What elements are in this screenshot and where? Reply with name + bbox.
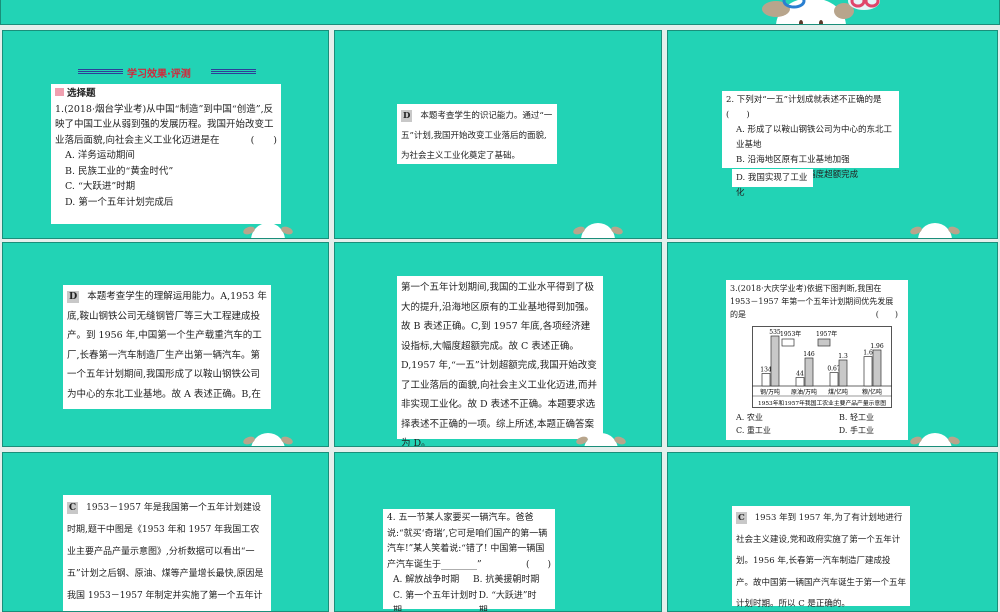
explanation-text: 第一个五年计划期间,我国的工业水平得到了极大的提升,沿海地区原有的工业基地得到加… — [401, 282, 597, 447]
legend-label: 1953年 — [780, 330, 801, 338]
question-box: 4. 五一节某人家要买一辆汽车。爸爸说:“就买‘奇瑞’,它可是咱们国产的第一辆汽… — [383, 509, 555, 609]
slide-answer-4[interactable]: C1953 年到 1957 年,为了有计划地进行社会主义建设,党和政府实施了第一… — [667, 452, 998, 612]
answer-box: D本题考查学生的识记能力。通过“一五”计划,我国开始改变工业落后的面貌,为社会主… — [397, 104, 557, 164]
slide-answer-2-cont[interactable]: 第一个五年计划期间,我国的工业水平得到了极大的提升,沿海地区原有的工业基地得到加… — [334, 242, 662, 447]
explanation-text: 1953－1957 年是我国第一个五年计划建设时期,题干中图是《1953 年和 … — [67, 503, 263, 612]
bar-value-label: 1.3 — [838, 353, 848, 360]
section-header: 学习效果·评测 — [127, 65, 191, 80]
option-d[interactable]: D. 第一个五年计划完成后 — [55, 195, 277, 211]
production-bar-chart: 1953年1957年134535钢/万吨44146原油/万吨0.671.3煤/亿… — [752, 326, 892, 408]
option-c[interactable]: C. “大跃进”时期 — [55, 179, 277, 195]
option-c[interactable]: C. 重工业 — [730, 424, 771, 437]
section-icon — [55, 88, 64, 96]
option-b[interactable]: B. 民族工业的“黄金时代” — [55, 164, 277, 180]
slide-answer-3[interactable]: C1953－1957 年是我国第一个五年计划建设时期,题干中图是《1953 年和… — [2, 452, 329, 612]
option-d[interactable]: D. 我国实现了工业化 — [732, 169, 813, 187]
answer-box: C1953－1957 年是我国第一个五年计划建设时期,题干中图是《1953 年和… — [63, 495, 271, 612]
explanation-text: 本题考查学生的理解运用能力。A,1953 年底,鞍山钢铁公司无缝钢管厂等三大工程… — [67, 291, 267, 400]
option-a[interactable]: A. 农业 — [730, 411, 763, 424]
category-label: 煤/亿吨 — [828, 388, 848, 396]
bar-value-label: 535 — [769, 329, 781, 336]
slide-question-4[interactable]: 4. 五一节某人家要买一辆汽车。爸爸说:“就买‘奇瑞’,它可是咱们国产的第一辆汽… — [334, 452, 662, 612]
sheep-mascot-icon — [918, 433, 952, 447]
option-a[interactable]: A. 解放战争时期 — [387, 573, 459, 589]
slide-question-2[interactable]: 2. 下列对“一五”计划成就表述不正确的是( ) A. 形成了以鞍山钢铁公司为中… — [667, 30, 998, 239]
category-label: 钢/万吨 — [760, 388, 780, 396]
sheep-mascot-icon — [251, 223, 285, 239]
sheep-mascot-icon — [251, 433, 285, 447]
chart-title: 1953年和1957年我国工农业主要产品产量示意图 — [758, 399, 886, 407]
bar-value-label: 134 — [760, 366, 772, 373]
bar-value-label: 146 — [803, 351, 815, 358]
question-box: 选择题 1.(2018·烟台学业考)从中国“制造”到中国“创造”,反映了中国工业… — [51, 84, 281, 224]
bar — [864, 357, 872, 386]
bar-value-label: 1.96 — [870, 343, 884, 350]
question-text: 2. 下列对“一五”计划成就表述不正确的是( ) — [726, 93, 895, 123]
option-a[interactable]: A. 洋务运动期间 — [55, 148, 277, 164]
explanation-text: 1953 年到 1957 年,为了有计划地进行社会主义建设,党和政府实施了第一个… — [736, 513, 906, 609]
legend-label: 1957年 — [816, 330, 837, 338]
option-b[interactable]: B. 轻工业 — [839, 411, 874, 424]
bar — [762, 373, 770, 386]
answer-badge: D — [67, 291, 79, 303]
bar — [830, 373, 838, 386]
option-d[interactable]: D. “大跃进”时期 — [479, 589, 543, 612]
explanation-text: 本题考查学生的识记能力。通过“一五”计划,我国开始改变工业落后的面貌,为社会主义… — [401, 111, 552, 161]
sheep-mascot-icon — [581, 223, 615, 239]
answer-badge: C — [67, 502, 78, 514]
header-stripe-right — [211, 69, 256, 75]
bar — [839, 360, 847, 386]
option-a[interactable]: A. 形成了以鞍山钢铁公司为中心的东北工业基地 — [726, 123, 895, 153]
slide-top-partial[interactable] — [0, 0, 1000, 25]
bar — [796, 378, 804, 386]
slide-answer-2[interactable]: D本题考查学生的理解运用能力。A,1953 年底,鞍山钢铁公司无缝钢管厂等三大工… — [2, 242, 329, 447]
option-b[interactable]: B. 抗美援朝时期 — [473, 573, 543, 589]
bar — [805, 358, 813, 386]
header-stripe-left — [78, 69, 123, 75]
question-text: 1.(2018·烟台学业考)从中国“制造”到中国“创造”,反映了中国工业从弱到强… — [55, 102, 277, 149]
sheep-mascot-icon — [736, 0, 886, 25]
question-box: 2. 下列对“一五”计划成就表述不正确的是( ) A. 形成了以鞍山钢铁公司为中… — [722, 91, 899, 168]
sheep-mascot-icon — [918, 223, 952, 239]
bar-value-label: 1.6 — [863, 350, 873, 357]
bar — [873, 350, 881, 386]
question-text: 4. 五一节某人家要买一辆汽车。爸爸说:“就买‘奇瑞’,它可是咱们国产的第一辆汽… — [387, 511, 551, 573]
legend-swatch — [782, 339, 794, 346]
legend-swatch — [818, 339, 830, 346]
option-b[interactable]: B. 沿海地区原有工业基地加强 — [726, 153, 895, 168]
answer-badge: C — [736, 512, 747, 524]
option-c[interactable]: C. 第一个五年计划时期 — [387, 589, 479, 612]
answer-box: C1953 年到 1957 年,为了有计划地进行社会主义建设,党和政府实施了第一… — [732, 506, 910, 606]
bar-value-label: 44 — [796, 371, 804, 378]
category-label: 原油/万吨 — [791, 388, 817, 396]
bar — [771, 336, 779, 386]
question-box: 3.(2018·大庆学业考)依据下图判断,我国在1953－1957 年第一个五年… — [726, 280, 908, 440]
answer-box: D本题考查学生的理解运用能力。A,1953 年底,鞍山钢铁公司无缝钢管厂等三大工… — [63, 285, 271, 409]
option-d[interactable]: D. 手工业 — [839, 424, 874, 437]
slide-question-1[interactable]: 学习效果·评测 选择题 1.(2018·烟台学业考)从中国“制造”到中国“创造”… — [2, 30, 329, 239]
slide-question-3[interactable]: 3.(2018·大庆学业考)依据下图判断,我国在1953－1957 年第一个五年… — [667, 242, 998, 447]
category-label: 粮/亿吨 — [862, 388, 882, 396]
answer-badge: D — [401, 110, 412, 122]
question-text: 3.(2018·大庆学业考)依据下图判断,我国在1953－1957 年第一个五年… — [730, 282, 904, 321]
answer-box: 第一个五年计划期间,我国的工业水平得到了极大的提升,沿海地区原有的工业基地得到加… — [397, 276, 603, 439]
section-title: 选择题 — [67, 88, 96, 99]
slide-answer-1[interactable]: D本题考查学生的识记能力。通过“一五”计划,我国开始改变工业落后的面貌,为社会主… — [334, 30, 662, 239]
